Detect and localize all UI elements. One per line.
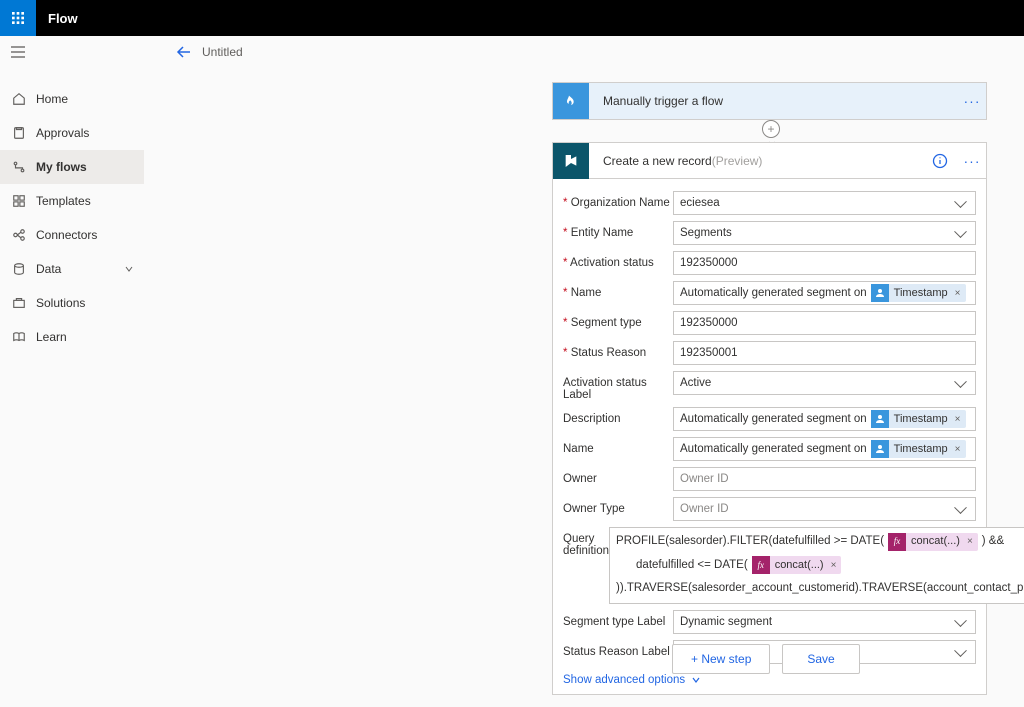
activation-status-input[interactable]: 192350000	[673, 251, 976, 275]
fx-icon: fx	[752, 556, 770, 574]
timestamp-token[interactable]: Timestamp ×	[871, 440, 966, 458]
remove-token-icon[interactable]: ×	[967, 533, 973, 550]
row-owner: Owner Owner ID	[563, 467, 976, 491]
waffle-icon	[10, 10, 26, 26]
row-query-definition: Query definition PROFILE(salesorder).FIL…	[563, 527, 976, 604]
row-entity-name: * Entity Name Segments	[563, 221, 976, 245]
chevron-down-icon	[691, 675, 701, 685]
sidebar-item-solutions[interactable]: Solutions	[0, 286, 144, 320]
sidebar-item-learn[interactable]: Learn	[0, 320, 144, 354]
trigger-icon	[553, 83, 589, 119]
action-header[interactable]: Create a new record (Preview) ···	[553, 143, 986, 179]
organization-name-select[interactable]: eciesea	[673, 191, 976, 215]
row-name-2: Name Automatically generated segment on …	[563, 437, 976, 461]
app-name: Flow	[48, 11, 78, 26]
fx-concat-token[interactable]: fx concat(...) ×	[888, 533, 978, 551]
segment-type-input[interactable]: 192350000	[673, 311, 976, 335]
trigger-card[interactable]: Manually trigger a flow ···	[552, 82, 987, 120]
sidebar-item-myflows[interactable]: My flows	[0, 150, 144, 184]
fx-concat-token[interactable]: fx concat(...) ×	[752, 556, 842, 574]
name-input[interactable]: Automatically generated segment on Times…	[673, 281, 976, 305]
topbar: Flow	[0, 0, 1024, 36]
sidebar-item-label: Connectors	[36, 228, 97, 242]
trigger-menu-button[interactable]: ···	[958, 93, 986, 109]
timestamp-token[interactable]: Timestamp ×	[871, 284, 966, 302]
bottom-buttons: + New step Save	[672, 644, 860, 674]
dynamic-content-icon	[871, 284, 889, 302]
sidebar-item-label: My flows	[36, 160, 87, 174]
action-menu-button[interactable]: ···	[958, 153, 986, 169]
save-button[interactable]: Save	[782, 644, 859, 674]
action-title: Create a new record	[603, 154, 712, 168]
canvas: Manually trigger a flow ··· + Create a n…	[144, 68, 1024, 707]
info-icon[interactable]	[932, 153, 948, 169]
connectors-icon	[12, 228, 26, 242]
row-organization-name: * Organization Name eciesea	[563, 191, 976, 215]
subheader: Untitled	[0, 36, 1024, 68]
status-reason-input[interactable]: 192350001	[673, 341, 976, 365]
sidebar-item-data[interactable]: Data	[0, 252, 144, 286]
app-launcher[interactable]	[0, 0, 36, 36]
data-icon	[12, 262, 26, 276]
sidebar-item-label: Home	[36, 92, 68, 106]
query-definition-input[interactable]: PROFILE(salesorder).FILTER(datefulfilled…	[609, 527, 1024, 604]
fx-icon: fx	[888, 533, 906, 551]
row-description: Description Automatically generated segm…	[563, 407, 976, 431]
remove-token-icon[interactable]: ×	[955, 288, 961, 299]
learn-icon	[12, 330, 26, 344]
row-name: * Name Automatically generated segment o…	[563, 281, 976, 305]
sidebar-item-label: Learn	[36, 330, 67, 344]
name2-input[interactable]: Automatically generated segment on Times…	[673, 437, 976, 461]
row-segment-type-label: Segment type Label Dynamic segment	[563, 610, 976, 634]
home-icon	[12, 92, 26, 106]
sidebar-item-label: Approvals	[36, 126, 89, 140]
remove-token-icon[interactable]: ×	[955, 414, 961, 425]
sidebar-item-templates[interactable]: Templates	[0, 184, 144, 218]
remove-token-icon[interactable]: ×	[831, 557, 837, 574]
flow-title[interactable]: Untitled	[202, 45, 243, 59]
chevron-down-icon	[124, 264, 134, 274]
solutions-icon	[12, 296, 26, 310]
action-card: Create a new record (Preview) ··· * Orga…	[552, 142, 987, 695]
owner-input[interactable]: Owner ID	[673, 467, 976, 491]
dynamic-content-icon	[871, 410, 889, 428]
row-activation-status-label: Activation status Label Active	[563, 371, 976, 401]
owner-type-select[interactable]: Owner ID	[673, 497, 976, 521]
sidebar-item-approvals[interactable]: Approvals	[0, 116, 144, 150]
myflows-icon	[12, 160, 26, 174]
dynamic-content-icon	[871, 440, 889, 458]
activation-status-label-select[interactable]: Active	[673, 371, 976, 395]
row-owner-type: Owner Type Owner ID	[563, 497, 976, 521]
row-status-reason: * Status Reason 192350001	[563, 341, 976, 365]
sidebar-item-connectors[interactable]: Connectors	[0, 218, 144, 252]
sidebar-item-label: Solutions	[36, 296, 85, 310]
sidebar-item-label: Data	[36, 262, 61, 276]
remove-token-icon[interactable]: ×	[955, 444, 961, 455]
row-activation-status: * Activation status 192350000	[563, 251, 976, 275]
preview-label: (Preview)	[712, 154, 763, 168]
trigger-title: Manually trigger a flow	[603, 94, 958, 108]
show-advanced-link[interactable]: Show advanced options	[563, 674, 976, 686]
entity-name-select[interactable]: Segments	[673, 221, 976, 245]
hamburger-button[interactable]	[10, 44, 26, 60]
segment-type-label-select[interactable]: Dynamic segment	[673, 610, 976, 634]
timestamp-token[interactable]: Timestamp ×	[871, 410, 966, 428]
approvals-icon	[12, 126, 26, 140]
row-segment-type: * Segment type 192350000	[563, 311, 976, 335]
templates-icon	[12, 194, 26, 208]
sidebar-item-home[interactable]: Home	[0, 82, 144, 116]
back-button[interactable]	[176, 44, 192, 60]
new-step-button[interactable]: + New step	[672, 644, 770, 674]
sidebar-item-label: Templates	[36, 194, 91, 208]
description-input[interactable]: Automatically generated segment on Times…	[673, 407, 976, 431]
dynamics-icon	[553, 143, 589, 179]
sidebar: Home Approvals My flows Templates Connec…	[0, 68, 144, 707]
